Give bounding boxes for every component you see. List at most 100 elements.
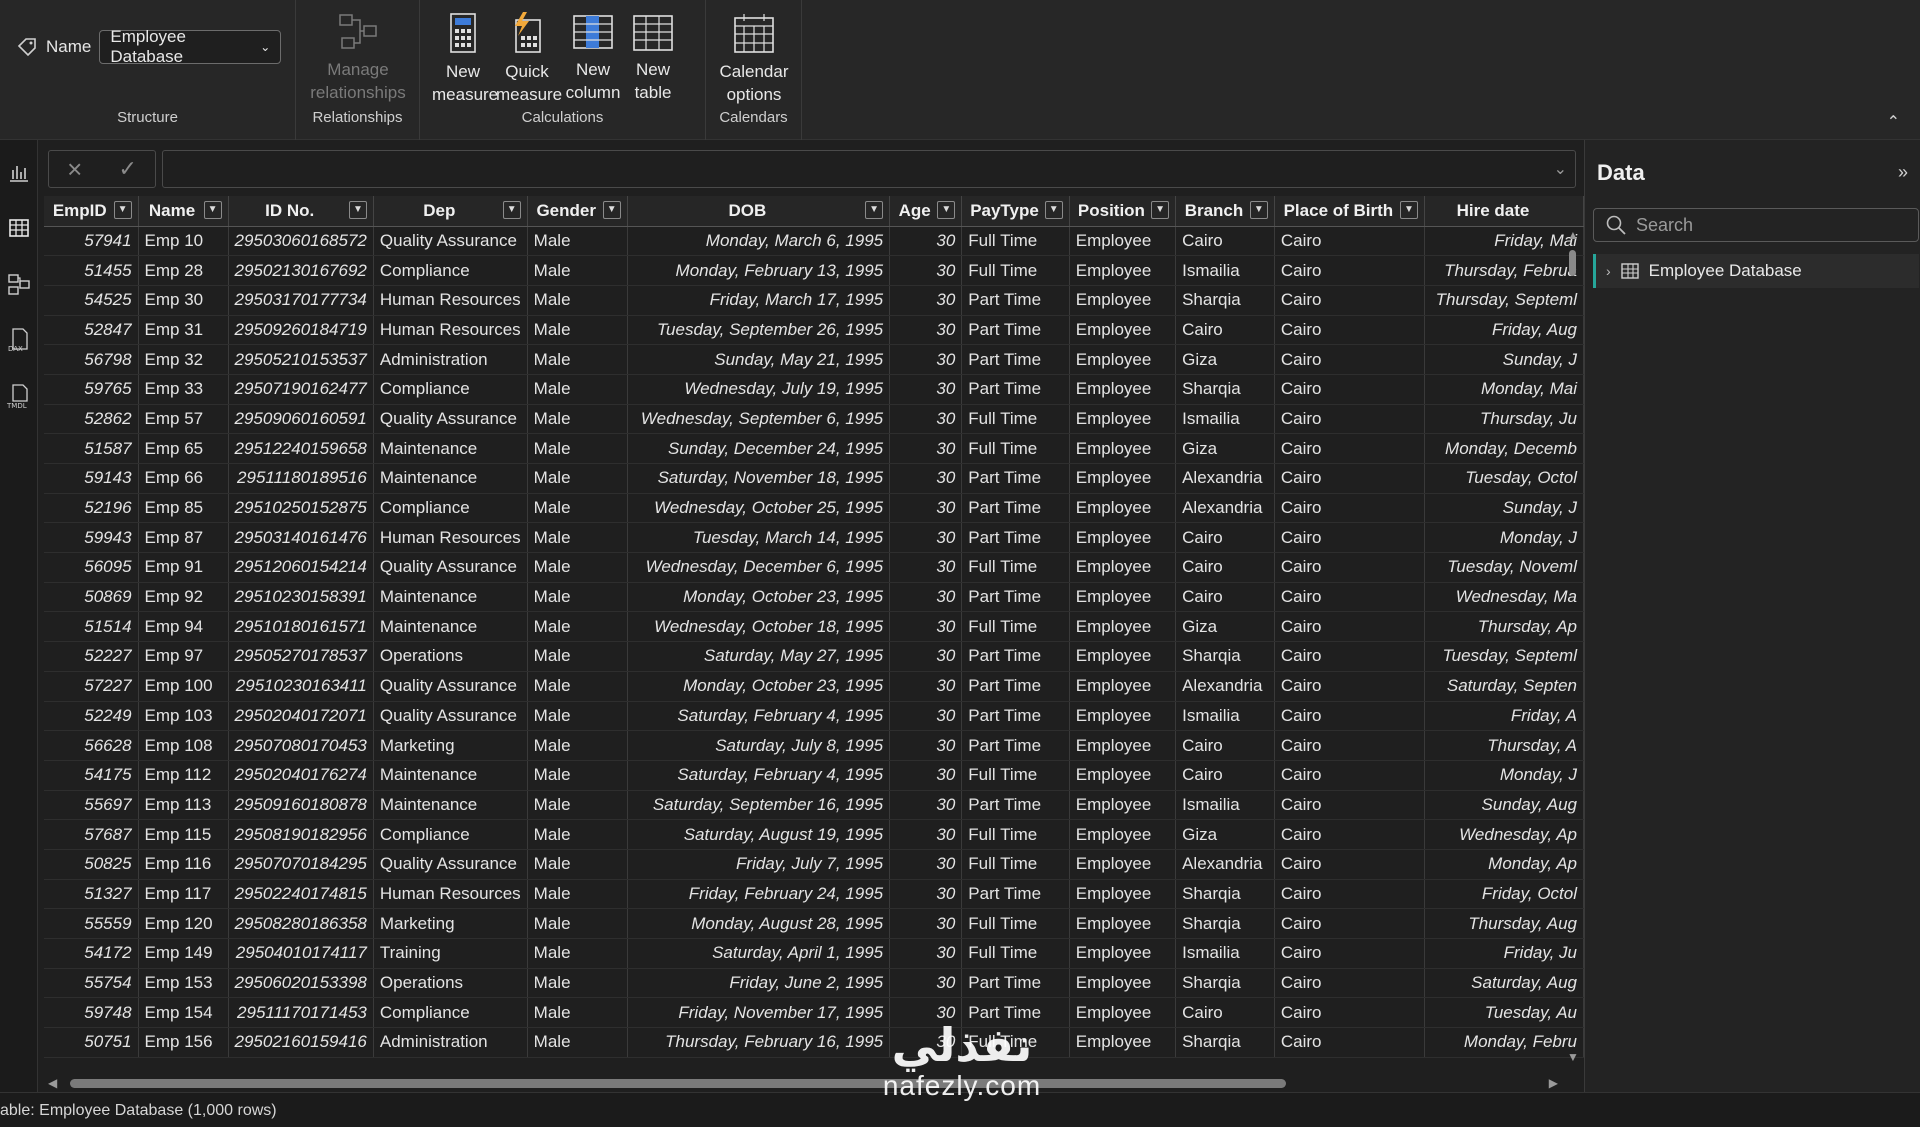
table-cell[interactable]: Emp 10 bbox=[138, 226, 229, 257]
table-cell[interactable]: Sharqia bbox=[1175, 908, 1275, 939]
name-select[interactable]: Employee Database ⌄ bbox=[99, 27, 282, 66]
table-cell[interactable]: Sunday, J bbox=[1424, 344, 1584, 375]
table-cell[interactable]: Cairo bbox=[1175, 997, 1275, 1029]
table-row[interactable]: 54175 Emp 112 29502040176274 Maintenance Mal… bbox=[44, 760, 1584, 791]
table-cell[interactable]: 57687 bbox=[44, 819, 139, 850]
table-cell[interactable]: Saturday, Aug bbox=[1424, 968, 1584, 999]
table-cell[interactable]: Wednesday, December 6, 1995 bbox=[627, 552, 891, 583]
table-cell[interactable]: Sharqia bbox=[1175, 968, 1275, 999]
horizontal-scrollbar[interactable]: ◀ ▶ bbox=[48, 1076, 1558, 1090]
table-cell[interactable]: 30 bbox=[889, 285, 963, 316]
table-cell[interactable]: Full Time bbox=[961, 226, 1070, 257]
horizontal-scroll-thumb[interactable] bbox=[70, 1079, 1286, 1088]
table-cell[interactable]: Thursday, Aug bbox=[1424, 908, 1584, 939]
table-row[interactable]: 52847 Emp 31 29509260184719 Human Resources… bbox=[44, 315, 1584, 346]
table-cell[interactable]: 30 bbox=[889, 611, 963, 643]
filter-dropdown-icon[interactable]: ▼ bbox=[1399, 201, 1418, 219]
table-cell[interactable]: Male bbox=[527, 582, 628, 613]
table-cell[interactable]: Employee bbox=[1069, 790, 1177, 821]
table-cell[interactable]: Wednesday, October 18, 1995 bbox=[627, 611, 891, 643]
table-cell[interactable]: Cairo bbox=[1274, 908, 1425, 939]
table-cell[interactable]: Emp 117 bbox=[138, 879, 229, 910]
table-cell[interactable]: 30 bbox=[889, 760, 963, 791]
table-cell[interactable]: Monday, August 28, 1995 bbox=[627, 908, 891, 939]
table-cell[interactable]: 30 bbox=[889, 315, 963, 346]
table-row[interactable]: 55754 Emp 153 29506020153398 Operations Male… bbox=[44, 968, 1584, 999]
column-header[interactable]: Age ▼ bbox=[889, 196, 963, 227]
table-cell[interactable]: Cairo bbox=[1274, 819, 1425, 850]
table-cell[interactable]: Friday, Octol bbox=[1424, 879, 1584, 910]
table-cell[interactable]: Tuesday, Noveml bbox=[1424, 552, 1584, 583]
table-cell[interactable]: 56798 bbox=[44, 344, 139, 375]
table-cell[interactable]: 30 bbox=[889, 433, 963, 464]
table-cell[interactable]: Cairo bbox=[1274, 374, 1425, 405]
table-cell[interactable]: Male bbox=[527, 552, 628, 583]
table-cell[interactable]: 30 bbox=[889, 938, 963, 969]
table-cell[interactable]: Emp 156 bbox=[138, 1027, 229, 1058]
collapse-pane-icon[interactable]: » bbox=[1898, 162, 1908, 183]
table-cell[interactable]: Thursday, February 16, 1995 bbox=[627, 1027, 891, 1058]
table-cell[interactable]: Compliance bbox=[373, 374, 528, 405]
table-cell[interactable]: Cairo bbox=[1274, 701, 1425, 732]
table-cell[interactable]: Male bbox=[527, 819, 628, 850]
table-cell[interactable]: 29504010174117 bbox=[228, 938, 374, 969]
column-header[interactable]: Gender ▼ bbox=[527, 196, 628, 227]
table-cell[interactable]: Cairo bbox=[1274, 611, 1425, 643]
table-cell[interactable]: Giza bbox=[1175, 819, 1275, 850]
commit-icon[interactable]: ✓ bbox=[118, 156, 136, 182]
table-cell[interactable]: Thursday, A bbox=[1424, 730, 1584, 761]
table-cell[interactable]: Male bbox=[527, 790, 628, 821]
table-cell[interactable]: Friday, Mai bbox=[1424, 226, 1584, 257]
table-cell[interactable]: Emp 31 bbox=[138, 315, 229, 346]
table-row[interactable]: 54525 Emp 30 29503170177734 Human Resources… bbox=[44, 285, 1584, 316]
table-cell[interactable]: Sharqia bbox=[1175, 879, 1275, 910]
table-cell[interactable]: 29507080170453 bbox=[228, 730, 374, 761]
table-cell[interactable]: Cairo bbox=[1274, 641, 1425, 672]
expand-formula-icon[interactable]: ⌄ bbox=[1554, 159, 1567, 179]
table-cell[interactable]: Emp 100 bbox=[138, 671, 229, 702]
table-cell[interactable]: Emp 112 bbox=[138, 760, 229, 791]
filter-dropdown-icon[interactable]: ▼ bbox=[1249, 201, 1268, 219]
table-cell[interactable]: 29506020153398 bbox=[228, 968, 374, 999]
table-cell[interactable]: Cairo bbox=[1175, 226, 1275, 257]
table-cell[interactable]: Emp 32 bbox=[138, 344, 229, 375]
table-cell[interactable]: Administration bbox=[373, 1027, 528, 1058]
table-cell[interactable]: Wednesday, Ma bbox=[1424, 582, 1584, 613]
table-cell[interactable]: Cairo bbox=[1274, 552, 1425, 583]
table-cell[interactable]: 29510230163411 bbox=[228, 671, 374, 702]
table-cell[interactable]: 59943 bbox=[44, 522, 139, 554]
table-cell[interactable]: Employee bbox=[1069, 968, 1177, 999]
filter-dropdown-icon[interactable]: ▼ bbox=[937, 201, 956, 219]
table-cell[interactable]: 29510230158391 bbox=[228, 582, 374, 613]
table-cell[interactable]: Male bbox=[527, 997, 628, 1029]
table-cell[interactable]: Wednesday, Ap bbox=[1424, 819, 1584, 850]
table-cell[interactable]: Full Time bbox=[961, 760, 1070, 791]
table-cell[interactable]: 57941 bbox=[44, 226, 139, 257]
table-cell[interactable]: Quality Assurance bbox=[373, 849, 528, 880]
table-cell[interactable]: Emp 103 bbox=[138, 701, 229, 732]
table-cell[interactable]: 29503060168572 bbox=[228, 226, 374, 257]
table-cell[interactable]: Saturday, July 8, 1995 bbox=[627, 730, 891, 761]
column-header[interactable]: EmpID ▼ bbox=[44, 196, 139, 227]
table-cell[interactable]: 29508190182956 bbox=[228, 819, 374, 850]
table-row[interactable]: 52227 Emp 97 29505270178537 Operations Male S… bbox=[44, 641, 1584, 672]
table-cell[interactable]: 29502130167692 bbox=[228, 255, 374, 286]
table-cell[interactable]: Employee bbox=[1069, 819, 1177, 850]
table-cell[interactable]: 30 bbox=[889, 701, 963, 732]
column-header[interactable]: Position ▼ bbox=[1069, 196, 1177, 227]
table-cell[interactable]: 29511170171453 bbox=[228, 997, 374, 1029]
table-cell[interactable]: 30 bbox=[889, 968, 963, 999]
chevron-right-icon[interactable]: › bbox=[1606, 263, 1611, 279]
filter-dropdown-icon[interactable]: ▼ bbox=[113, 201, 132, 219]
table-cell[interactable]: Male bbox=[527, 404, 628, 435]
table-cell[interactable]: 52196 bbox=[44, 493, 139, 524]
table-cell[interactable]: Male bbox=[527, 938, 628, 969]
table-cell[interactable]: Monday, October 23, 1995 bbox=[627, 671, 891, 702]
table-cell[interactable]: Monday, Febru bbox=[1424, 1027, 1584, 1058]
table-cell[interactable]: 30 bbox=[889, 463, 963, 494]
table-cell[interactable]: Employee bbox=[1069, 671, 1177, 702]
table-row[interactable]: 57227 Emp 100 29510230163411 Quality Assura… bbox=[44, 671, 1584, 702]
table-cell[interactable]: 29510250152875 bbox=[228, 493, 374, 524]
table-cell[interactable]: Employee bbox=[1069, 315, 1177, 346]
table-row[interactable]: 56798 Emp 32 29505210153537 Administration M… bbox=[44, 344, 1584, 375]
